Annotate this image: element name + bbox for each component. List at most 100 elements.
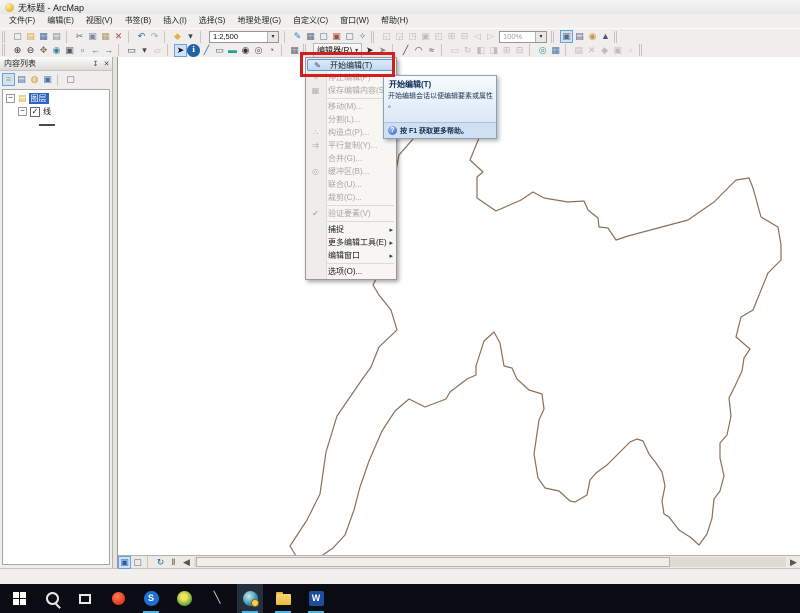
toolbar-grip[interactable] — [639, 44, 646, 56]
data-driven-pages-icon[interactable]: ▤ — [573, 30, 586, 43]
menubar-item[interactable]: 自定义(C) — [287, 14, 334, 28]
list-by-source-icon[interactable]: ▤ — [15, 73, 28, 86]
curve-tool-icon[interactable]: ≈ — [425, 44, 438, 57]
toc-root-label[interactable]: 图层 — [29, 93, 49, 104]
horizontal-scrollbar-track[interactable] — [194, 557, 786, 567]
horizontal-scrollbar-thumb[interactable] — [196, 557, 670, 567]
snapping-icon[interactable]: ◎ — [536, 44, 549, 57]
fixed-zoom-in-icon[interactable]: ▣ — [63, 44, 76, 57]
pin-icon[interactable]: ↧ — [90, 60, 101, 68]
list-by-visibility-icon[interactable]: ◍ — [28, 73, 41, 86]
publish-icon[interactable]: ▲ — [599, 30, 612, 43]
zoom-in-icon[interactable]: ⊕ — [11, 44, 24, 57]
editor-toolbar-toggle-icon[interactable]: ✎ — [291, 30, 304, 43]
menubar-item[interactable]: 帮助(H) — [375, 14, 414, 28]
data-view-button[interactable]: ▣ — [118, 556, 131, 569]
add-data-dropdown-arrow[interactable]: ▾ — [184, 30, 197, 43]
layer-visibility-checkbox[interactable]: ✓ — [30, 107, 40, 117]
back-extent-icon[interactable]: ← — [89, 44, 102, 57]
toolbar-grip[interactable] — [614, 31, 621, 43]
open-folder-icon[interactable]: ▤ — [24, 30, 37, 43]
line-tool-icon[interactable]: ╱ — [399, 44, 412, 57]
word-icon[interactable]: W — [303, 584, 329, 613]
forward-extent-icon[interactable]: → — [102, 44, 115, 57]
toc-layer-row[interactable]: − ✓ 线 — [3, 105, 109, 118]
new-document-icon[interactable]: ▢ — [11, 30, 24, 43]
pinned-app-browser-icon[interactable] — [171, 584, 197, 613]
zoom-out-icon[interactable]: ⊖ — [24, 44, 37, 57]
menu-item-validate-features[interactable]: ✔验证要素(V) — [306, 207, 396, 220]
select-elements-icon[interactable]: ➤ — [174, 44, 187, 57]
collapse-icon[interactable]: − — [18, 107, 27, 116]
search-window-icon[interactable]: ▣ — [330, 30, 343, 43]
go-to-xy-icon[interactable]: ◎ — [252, 44, 265, 57]
globe-lock-icon[interactable]: ◉ — [586, 30, 599, 43]
html-popup-icon[interactable]: ▭ — [213, 44, 226, 57]
attributes-table-icon[interactable]: ▦ — [304, 30, 317, 43]
map-scale-combo[interactable]: 1:2,500▾ — [209, 31, 279, 43]
menubar-item[interactable]: 选择(S) — [193, 14, 232, 28]
toc-layer-label[interactable]: 线 — [43, 106, 51, 117]
fixed-zoom-out-icon[interactable]: ▫ — [76, 44, 89, 57]
menu-item-options[interactable]: 选项(O)... — [306, 265, 396, 278]
menu-item-merge[interactable]: 合并(G)... — [306, 152, 396, 165]
list-by-drawing-order-icon[interactable]: ≡ — [2, 73, 15, 86]
paste-icon[interactable]: ▦ — [99, 30, 112, 43]
refresh-view-button[interactable]: ↻ — [154, 556, 167, 569]
pinned-app-line-icon[interactable]: ╲ — [204, 584, 230, 613]
scroll-left-button[interactable]: ◀ — [180, 556, 193, 569]
toolbar-grip[interactable] — [551, 31, 558, 43]
list-by-selection-icon[interactable]: ▣ — [41, 73, 54, 86]
menu-item-buffer[interactable]: ◎缓冲区(B)... — [306, 165, 396, 178]
combo-dropdown-arrow[interactable]: ▾ — [267, 32, 278, 42]
toolbar-grip[interactable] — [371, 31, 378, 43]
sketch-properties-icon[interactable]: ▦ — [549, 44, 562, 57]
select-features-dropdown-arrow[interactable]: ▾ — [138, 44, 151, 57]
arcmap-taskbar-icon[interactable] — [237, 584, 263, 613]
print-icon[interactable]: ▤ — [50, 30, 63, 43]
measure-icon[interactable]: ▬ — [226, 44, 239, 57]
python-window-icon[interactable]: ▢ — [343, 30, 356, 43]
collapse-icon[interactable]: − — [6, 94, 15, 103]
layout-zoom-combo[interactable]: 100%▾ — [499, 31, 547, 43]
menu-item-editing-windows[interactable]: 编辑窗口▸ — [306, 249, 396, 262]
full-extent-icon[interactable]: ◉ — [50, 44, 63, 57]
hyperlink-icon[interactable]: ╱ — [200, 44, 213, 57]
cut-icon[interactable]: ✂ — [73, 30, 86, 43]
find-icon[interactable]: ◉ — [239, 44, 252, 57]
combo-dropdown-arrow[interactable]: ▾ — [535, 32, 546, 42]
toolbar-grip[interactable] — [2, 31, 9, 43]
scroll-right-button[interactable]: ▶ — [787, 556, 800, 569]
save-icon[interactable]: ▦ — [37, 30, 50, 43]
identify-icon[interactable]: ℹ — [187, 44, 200, 57]
menu-item-parallel-copy[interactable]: ⇉平行复制(Y)... — [306, 139, 396, 152]
close-icon[interactable]: ✕ — [101, 60, 112, 68]
catalog-window-icon[interactable]: ▢ — [317, 30, 330, 43]
pinned-app-sogou-icon[interactable]: S — [138, 584, 164, 613]
menubar-item[interactable]: 书签(B) — [119, 14, 158, 28]
pan-icon[interactable]: ✥ — [37, 44, 50, 57]
horizontal-scrollbar[interactable]: ▣▢↻‖◀ ▶ — [118, 555, 800, 568]
task-view-icon[interactable] — [72, 584, 98, 613]
menubar-item[interactable]: 文件(F) — [3, 14, 41, 28]
redo-icon[interactable]: ↷ — [148, 30, 161, 43]
menu-item-union[interactable]: 联合(U)... — [306, 178, 396, 191]
search-icon[interactable] — [39, 584, 65, 613]
menu-item-snapping[interactable]: 捕捉▸ — [306, 223, 396, 236]
toc-root-row[interactable]: − ▤ 图层 — [3, 92, 109, 105]
menubar-item[interactable]: 插入(I) — [157, 14, 193, 28]
menu-item-more-editing-tools[interactable]: 更多编辑工具(E)▸ — [306, 236, 396, 249]
layout-view-button[interactable]: ▢ — [131, 556, 144, 569]
layout-toggle-icon[interactable]: ▣ — [560, 30, 573, 43]
toolbar-grip[interactable] — [2, 44, 9, 56]
menubar-item[interactable]: 编辑(E) — [41, 14, 80, 28]
delete-icon[interactable]: ✕ — [112, 30, 125, 43]
model-builder-icon[interactable]: ✧ — [356, 30, 369, 43]
line-symbol-swatch[interactable] — [39, 124, 55, 126]
start-button[interactable] — [6, 584, 32, 613]
menubar-item[interactable]: 地理处理(G) — [231, 14, 287, 28]
time-slider-icon[interactable]: ◔ — [265, 44, 278, 57]
file-explorer-icon[interactable] — [270, 584, 296, 613]
toc-symbol-row[interactable] — [3, 118, 109, 131]
toc-options-icon[interactable]: ▢ — [64, 73, 77, 86]
